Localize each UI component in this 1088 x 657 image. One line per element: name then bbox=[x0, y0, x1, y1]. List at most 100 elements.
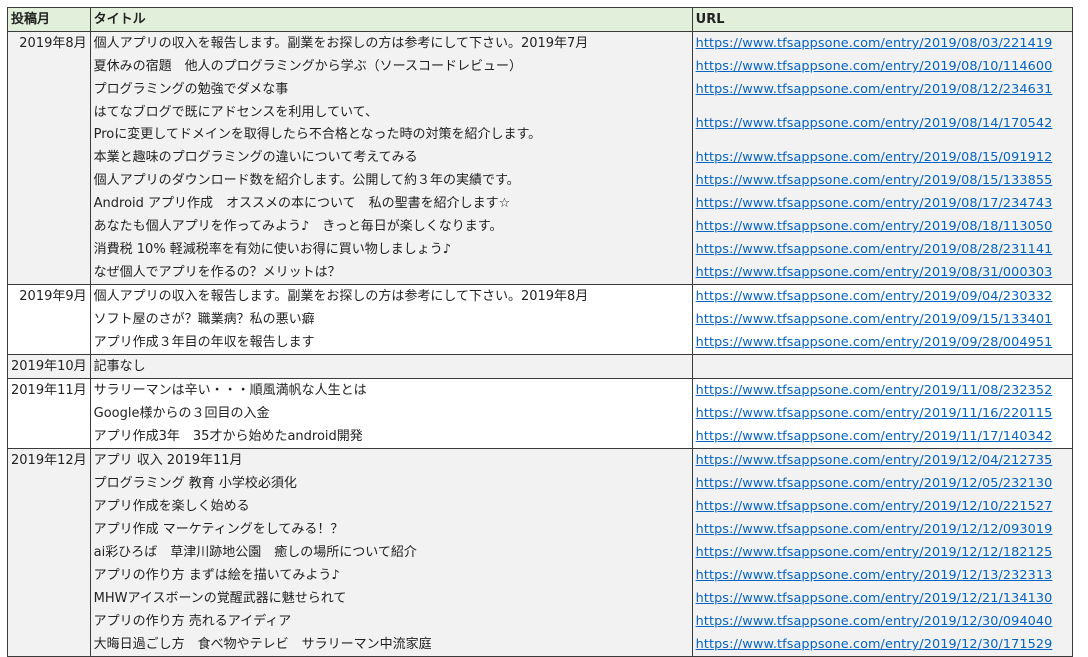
month-group: 2019年11月 サラリーマンは辛い・・・順風満帆な人生とは https://www… bbox=[7, 378, 1073, 449]
table-row: 2019年12月 アプリ 収入 2019年11月 https://www.tfsap… bbox=[7, 448, 1073, 657]
month-cell: 2019年12月 bbox=[7, 448, 91, 657]
title-cell: ai彩ひろば 草津川跡地公園 癒しの場所について紹介 bbox=[90, 541, 693, 564]
title-cell: 個人アプリのダウンロード数を紹介します。公開して約３年の実績です。 bbox=[90, 169, 693, 192]
title-text: アプリ作成 マーケティングをしてみる！？ bbox=[93, 522, 344, 537]
url-cell: https://www.tfsappsone.com/entry/2019/09… bbox=[692, 284, 1073, 308]
title-cell: アプリ作成３年目の年収を報告します bbox=[90, 331, 693, 355]
table-row: プログラミング 教育 小学校必須化 https://www.tfsappsone.… bbox=[8, 472, 1073, 495]
title-text: プログラミングの勉強でダメな事 bbox=[93, 82, 289, 97]
post-url-link[interactable]: https://www.tfsappsone.com/entry/2019/08… bbox=[696, 173, 1053, 188]
table-row: 2019年11月 サラリーマンは辛い・・・順風満帆な人生とは https://www… bbox=[7, 378, 1073, 449]
header-row: 投稿月 タイトル URL bbox=[7, 7, 1073, 32]
url-cell: https://www.tfsappsone.com/entry/2019/12… bbox=[692, 448, 1073, 472]
post-index-table: 投稿月 タイトル URL 2019年8月 個人アプリの収入を報告します。副業をお探… bbox=[7, 7, 1073, 657]
title-cell: アプリの作り方 まずは絵を描いてみよう♪ bbox=[90, 564, 693, 587]
table-row: アプリ作成を楽しく始める https://www.tfsappsone.com/e… bbox=[8, 495, 1073, 518]
title-text: あなたも個人アプリを作ってみよう♪ きっと毎日が楽しくなります。 bbox=[93, 219, 503, 234]
title-cell: 記事なし bbox=[90, 354, 693, 379]
header-url: URL bbox=[691, 7, 1073, 32]
url-cell: https://www.tfsappsone.com/entry/2019/08… bbox=[692, 55, 1073, 78]
post-url-link[interactable]: https://www.tfsappsone.com/entry/2019/12… bbox=[696, 637, 1053, 652]
post-url-link[interactable]: https://www.tfsappsone.com/entry/2019/12… bbox=[696, 545, 1053, 560]
table-row: 個人アプリのダウンロード数を紹介します。公開して約３年の実績です。 https:/… bbox=[8, 169, 1073, 192]
post-url-link[interactable]: https://www.tfsappsone.com/entry/2019/11… bbox=[696, 429, 1053, 444]
title-text: アプリ作成３年目の年収を報告します bbox=[93, 335, 315, 350]
title-text: アプリの作り方 売れるアイディア bbox=[93, 614, 292, 629]
table-row: 2019年10月 記事なし bbox=[7, 354, 1073, 379]
table-row: ai彩ひろば 草津川跡地公園 癒しの場所について紹介 https://www.tf… bbox=[8, 541, 1073, 564]
url-cell: https://www.tfsappsone.com/entry/2019/12… bbox=[692, 564, 1073, 587]
title-text: 大晦日過ごし方 食べ物やテレビ サラリーマン中流家庭 bbox=[93, 637, 432, 652]
post-url-link[interactable]: https://www.tfsappsone.com/entry/2019/09… bbox=[696, 289, 1053, 304]
url-cell: https://www.tfsappsone.com/entry/2019/08… bbox=[692, 192, 1073, 215]
post-url-link[interactable]: https://www.tfsappsone.com/entry/2019/12… bbox=[696, 614, 1053, 629]
post-url-link[interactable]: https://www.tfsappsone.com/entry/2019/12… bbox=[696, 522, 1053, 537]
post-url-link[interactable]: https://www.tfsappsone.com/entry/2019/12… bbox=[696, 453, 1053, 468]
post-url-link[interactable]: https://www.tfsappsone.com/entry/2019/09… bbox=[696, 312, 1053, 327]
post-url-link[interactable]: https://www.tfsappsone.com/entry/2019/11… bbox=[696, 383, 1053, 398]
post-url-link[interactable]: https://www.tfsappsone.com/entry/2019/08… bbox=[696, 196, 1053, 211]
url-cell: https://www.tfsappsone.com/entry/2019/12… bbox=[692, 518, 1073, 541]
post-url-link[interactable]: https://www.tfsappsone.com/entry/2019/08… bbox=[696, 219, 1053, 234]
month-cell: 2019年10月 bbox=[7, 354, 91, 379]
title-cell: はてなブログで既にアドセンスを利用していて、 Proに変更してドメインを取得したら… bbox=[90, 101, 693, 146]
title-cell: あなたも個人アプリを作ってみよう♪ きっと毎日が楽しくなります。 bbox=[90, 215, 693, 238]
url-cell: https://www.tfsappsone.com/entry/2019/08… bbox=[692, 261, 1073, 285]
url-cell: https://www.tfsappsone.com/entry/2019/11… bbox=[692, 425, 1073, 449]
post-url-link[interactable]: https://www.tfsappsone.com/entry/2019/08… bbox=[696, 242, 1053, 257]
url-cell: https://www.tfsappsone.com/entry/2019/12… bbox=[692, 541, 1073, 564]
title-text: 記事なし bbox=[93, 359, 146, 374]
table-row: アプリの作り方 まずは絵を描いてみよう♪ https://www.tfsappso… bbox=[8, 564, 1073, 587]
title-cell: MHWアイスボーンの覚醒武器に魅せられて bbox=[90, 587, 693, 610]
table-row: ソフト屋のさが？職業病？私の悪い癖 https://www.tfsappsone.… bbox=[8, 308, 1073, 331]
table-row: 夏休みの宿題 他人のプログラミングから学ぶ（ソースコードレビュー） https:/… bbox=[8, 55, 1073, 78]
title-cell: アプリの作り方 売れるアイディア bbox=[90, 610, 693, 633]
post-url-link[interactable]: https://www.tfsappsone.com/entry/2019/08… bbox=[696, 116, 1053, 131]
table-row: アプリ作成３年目の年収を報告します https://www.tfsappsone.… bbox=[8, 331, 1073, 355]
url-cell: https://www.tfsappsone.com/entry/2019/08… bbox=[692, 238, 1073, 261]
title-cell: サラリーマンは辛い・・・順風満帆な人生とは bbox=[90, 378, 693, 402]
header-month: 投稿月 bbox=[7, 7, 91, 32]
title-text: Google様からの３回目の入金 bbox=[93, 406, 270, 421]
title-cell: 個人アプリの収入を報告します。副業をお探しの方は参考にして下さい。2019年7月 bbox=[90, 31, 693, 55]
post-url-link[interactable]: https://www.tfsappsone.com/entry/2019/08… bbox=[696, 265, 1053, 280]
title-text: アプリ作成を楽しく始める bbox=[93, 499, 250, 514]
title-cell: 消費税 10% 軽減税率を有効に使いお得に買い物しましょう♪ bbox=[90, 238, 693, 261]
title-text: プログラミング 教育 小学校必須化 bbox=[93, 476, 297, 491]
title-cell: 個人アプリの収入を報告します。副業をお探しの方は参考にして下さい。2019年8月 bbox=[90, 284, 693, 308]
url-cell: https://www.tfsappsone.com/entry/2019/12… bbox=[692, 472, 1073, 495]
table-row: はてなブログで既にアドセンスを利用していて、 Proに変更してドメインを取得したら… bbox=[8, 101, 1073, 146]
title-text: アプリの作り方 まずは絵を描いてみよう♪ bbox=[93, 568, 340, 583]
post-url-link[interactable]: https://www.tfsappsone.com/entry/2019/08… bbox=[696, 150, 1053, 165]
table-row: アプリの作り方 売れるアイディア https://www.tfsappsone.c… bbox=[8, 610, 1073, 633]
url-cell: https://www.tfsappsone.com/entry/2019/08… bbox=[692, 31, 1073, 55]
post-url-link[interactable]: https://www.tfsappsone.com/entry/2019/12… bbox=[696, 499, 1053, 514]
month-cell: 2019年8月 bbox=[7, 31, 91, 285]
title-text: Android アプリ作成 オススメの本について 私の聖書を紹介します☆ bbox=[93, 196, 511, 211]
post-url-link[interactable]: https://www.tfsappsone.com/entry/2019/09… bbox=[696, 335, 1053, 350]
title-cell: アプリ 収入 2019年11月 bbox=[90, 448, 693, 472]
title-text: MHWアイスボーンの覚醒武器に魅せられて bbox=[93, 591, 347, 606]
post-url-link[interactable]: https://www.tfsappsone.com/entry/2019/12… bbox=[696, 591, 1053, 606]
post-url-link[interactable]: https://www.tfsappsone.com/entry/2019/11… bbox=[696, 406, 1053, 421]
table-row: MHWアイスボーンの覚醒武器に魅せられて https://www.tfsappso… bbox=[8, 587, 1073, 610]
url-cell: https://www.tfsappsone.com/entry/2019/09… bbox=[692, 308, 1073, 331]
url-cell: https://www.tfsappsone.com/entry/2019/12… bbox=[692, 610, 1073, 633]
title-text: 本業と趣味のプログラミングの違いについて考えてみる bbox=[93, 150, 418, 165]
post-url-link[interactable]: https://www.tfsappsone.com/entry/2019/12… bbox=[696, 476, 1053, 491]
table-row: 消費税 10% 軽減税率を有効に使いお得に買い物しましょう♪ https://ww… bbox=[8, 238, 1073, 261]
title-cell: アプリ作成を楽しく始める bbox=[90, 495, 693, 518]
month-group: 2019年10月 記事なし bbox=[7, 354, 1073, 379]
post-url-link[interactable]: https://www.tfsappsone.com/entry/2019/08… bbox=[696, 82, 1053, 97]
title-cell: Android アプリ作成 オススメの本について 私の聖書を紹介します☆ bbox=[90, 192, 693, 215]
post-url-link[interactable]: https://www.tfsappsone.com/entry/2019/08… bbox=[696, 59, 1053, 74]
title-cell: なぜ個人でアプリを作るの？メリットは？ bbox=[90, 261, 693, 285]
title-cell: Google様からの３回目の入金 bbox=[90, 402, 693, 425]
title-cell: アプリ作成3年 35才から始めたandroid開発 bbox=[90, 425, 693, 449]
url-cell: https://www.tfsappsone.com/entry/2019/08… bbox=[692, 215, 1073, 238]
title-text: アプリ作成3年 35才から始めたandroid開発 bbox=[93, 429, 363, 444]
url-cell bbox=[692, 354, 1073, 379]
title-cell: 大晦日過ごし方 食べ物やテレビ サラリーマン中流家庭 bbox=[90, 633, 693, 657]
post-url-link[interactable]: https://www.tfsappsone.com/entry/2019/12… bbox=[696, 568, 1053, 583]
post-url-link[interactable]: https://www.tfsappsone.com/entry/2019/08… bbox=[696, 36, 1053, 51]
